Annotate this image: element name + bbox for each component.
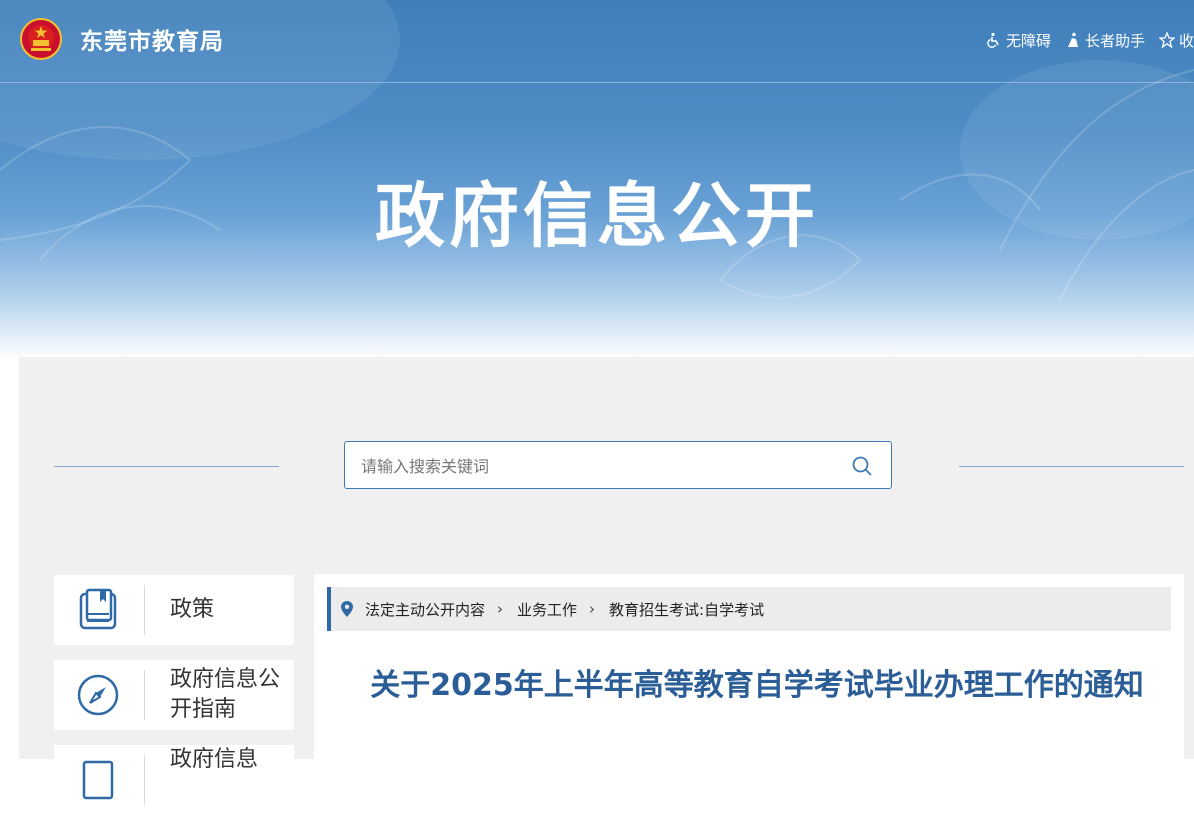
article-title: 关于2025年上半年高等教育自学考试毕业办理工作的通知 [370, 668, 1144, 703]
chevron-right-icon: › [589, 600, 596, 618]
accessibility-button[interactable]: 无障碍 [986, 30, 1051, 51]
breadcrumb-item[interactable]: 法定主动公开内容 [365, 599, 485, 620]
breadcrumb-item[interactable]: 教育招生考试:自学考试 [609, 599, 764, 620]
search-icon[interactable] [851, 455, 873, 477]
divider-right [959, 466, 1184, 467]
chevron-right-icon: › [497, 600, 504, 618]
banner: 东莞市教育局 无障碍 长者助手 收 政府信息公开 [0, 0, 1194, 360]
breadcrumb: 法定主动公开内容 › 业务工作 › 教育招生考试:自学考试 [327, 587, 1171, 631]
search-box [344, 441, 892, 490]
sidebar-item-label: 政府信息 [170, 747, 259, 772]
compass-icon [77, 674, 119, 716]
main-area: 政策 政府信息公开指南 政府信息 法定主动公开内容 › 业务工作 › 教育招生考… [19, 357, 1194, 815]
sidebar-item-label: 政策 [170, 597, 215, 622]
star-icon [1158, 32, 1175, 48]
sidebar-item-guide[interactable]: 政府信息公开指南 [54, 660, 294, 730]
sidebar-item-label: 政府信息公开指南 [170, 667, 281, 722]
utility-toolbar: 无障碍 长者助手 收 [986, 30, 1194, 50]
banner-title: 政府信息公开 [375, 175, 819, 257]
favorite-label: 收 [1178, 31, 1194, 50]
sidebar-separator [144, 670, 145, 720]
sidebar-item-info[interactable]: 政府信息 [54, 745, 294, 815]
elder-mode-label: 长者助手 [1084, 31, 1145, 50]
sidebar-separator [144, 755, 145, 805]
document-icon [82, 760, 114, 800]
site-name[interactable]: 东莞市教育局 [80, 22, 224, 56]
elder-icon [1067, 32, 1078, 47]
favorite-button[interactable]: 收 [1158, 30, 1194, 51]
content-panel: 法定主动公开内容 › 业务工作 › 教育招生考试:自学考试 关于2025年上半年… [314, 574, 1184, 759]
divider-left [54, 466, 279, 467]
elder-mode-button[interactable]: 长者助手 [1065, 30, 1145, 51]
location-pin-icon [341, 601, 353, 617]
breadcrumb-item[interactable]: 业务工作 [517, 599, 577, 620]
accessibility-label: 无障碍 [1005, 31, 1051, 50]
sidebar-item-policy[interactable]: 政策 [54, 575, 294, 645]
policy-book-icon [79, 588, 117, 630]
wheelchair-icon [987, 32, 999, 48]
search-input[interactable] [359, 442, 843, 490]
national-emblem-icon[interactable] [20, 18, 62, 60]
top-bar: 东莞市教育局 无障碍 长者助手 收 [0, 0, 1194, 83]
sidebar-separator [144, 585, 145, 635]
